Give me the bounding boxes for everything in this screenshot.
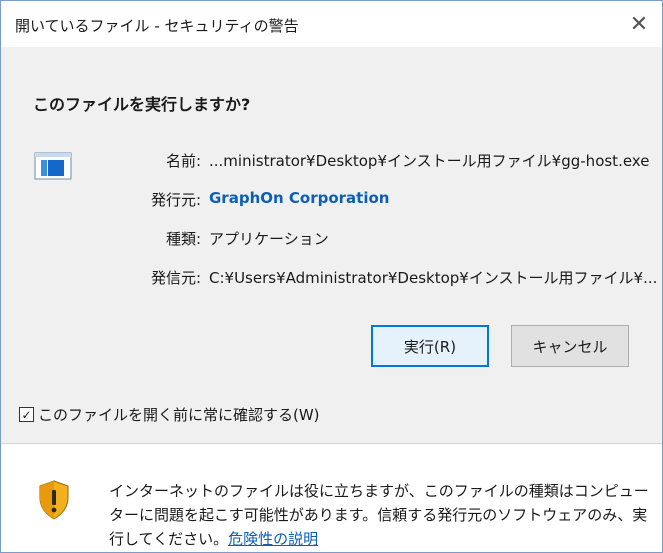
name-label: 名前: — [165, 152, 201, 170]
warning-message: インターネットのファイルは役に立ちますが、このファイルの種類はコンピューターに問… — [109, 479, 649, 551]
run-question: このファイルを実行しますか? — [33, 95, 251, 114]
name-value: ...ministrator¥Desktop¥インストール用ファイル¥gg-ho… — [209, 152, 650, 170]
from-label: 発信元: — [150, 269, 201, 287]
warning-text: インターネットのファイルは役に立ちますが、このファイルの種類はコンピューターに問… — [109, 482, 649, 548]
close-icon: ✕ — [629, 11, 649, 37]
checkmark-icon: ✓ — [21, 407, 32, 422]
publisher-link[interactable]: GraphOn Corporation — [209, 189, 389, 207]
type-value: アプリケーション — [209, 230, 329, 248]
security-warning-dialog: 開いているファイル - セキュリティの警告 ✕ このファイルを実行しますか? 名… — [0, 0, 663, 553]
run-button[interactable]: 実行(R) — [371, 325, 489, 367]
cancel-button[interactable]: キャンセル — [511, 325, 629, 367]
always-ask-checkbox[interactable]: ✓ — [19, 407, 34, 422]
from-value: C:¥Users¥Administrator¥Desktop¥インストール用ファ… — [209, 269, 658, 287]
type-label: 種類: — [165, 230, 201, 248]
window-title: 開いているファイル - セキュリティの警告 — [15, 17, 299, 35]
risk-explanation-link[interactable]: 危険性の説明 — [228, 530, 318, 548]
close-button[interactable]: ✕ — [616, 1, 662, 47]
always-ask-checkbox-row[interactable]: ✓ このファイルを開く前に常に確認する(W) — [19, 404, 320, 425]
publisher-label: 発行元: — [150, 191, 201, 209]
always-ask-label: このファイルを開く前に常に確認する(W) — [38, 406, 320, 424]
title-bar: 開いているファイル - セキュリティの警告 ✕ — [1, 1, 662, 47]
security-shield-warning-icon — [39, 480, 69, 520]
